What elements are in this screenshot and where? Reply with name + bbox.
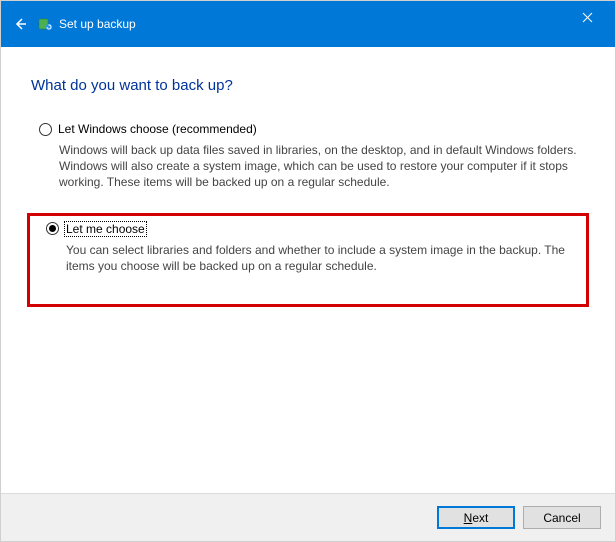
titlebar: Set up backup — [1, 1, 615, 47]
option-description: You can select libraries and folders and… — [66, 242, 578, 274]
option-let-me-choose[interactable]: Let me choose You can select libraries a… — [38, 222, 578, 274]
back-button[interactable] — [11, 16, 29, 32]
option-label: Let Windows choose (recommended) — [58, 122, 257, 136]
next-button[interactable]: Next — [437, 506, 515, 529]
option-let-windows-choose[interactable]: Let Windows choose (recommended) Windows… — [31, 122, 585, 191]
annotation-highlight: Let me choose You can select libraries a… — [27, 213, 589, 307]
wizard-window: Set up backup What do you want to back u… — [0, 0, 616, 542]
content-area: What do you want to back up? Let Windows… — [1, 47, 615, 493]
option-description: Windows will back up data files saved in… — [59, 142, 579, 191]
page-heading: What do you want to back up? — [31, 77, 585, 94]
footer-bar: Next Cancel — [1, 493, 615, 541]
window-title: Set up backup — [59, 17, 136, 31]
close-button[interactable] — [577, 7, 597, 27]
radio-unselected-icon[interactable] — [39, 123, 52, 136]
cancel-button[interactable]: Cancel — [523, 506, 601, 529]
radio-selected-icon[interactable] — [46, 222, 59, 235]
option-label: Let me choose — [65, 222, 146, 236]
backup-icon — [37, 16, 53, 32]
